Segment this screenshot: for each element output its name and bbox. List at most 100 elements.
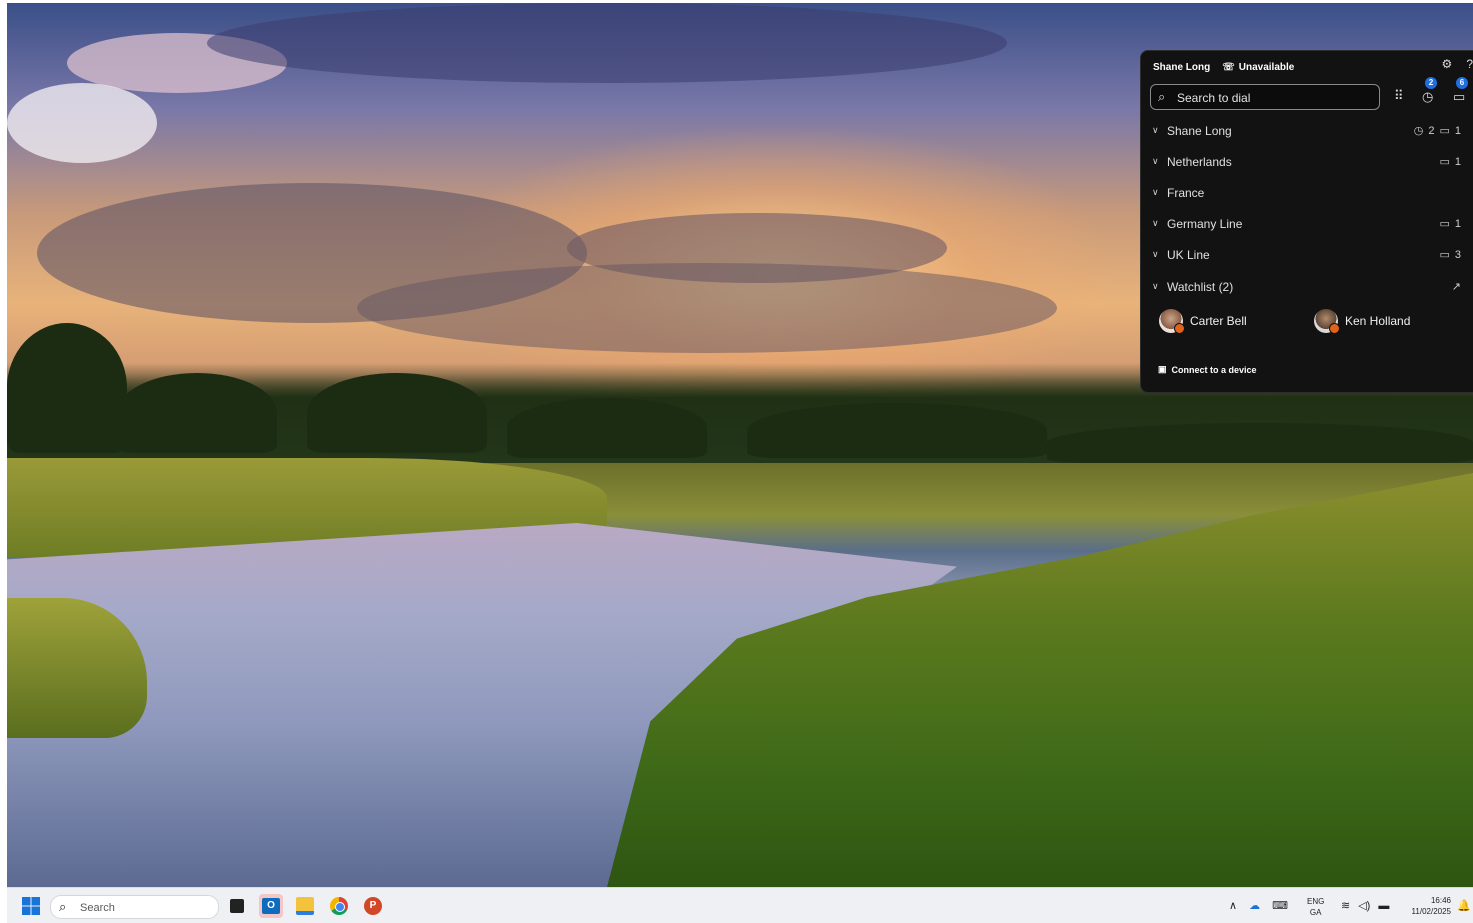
- device-icon: ▣: [1158, 364, 1167, 374]
- line-list: ∨ Shane Long ◷ 2 ▭ 1 ∨ Netherlands ▭ 1 ∨ Fr…: [1141, 115, 1473, 303]
- powerpoint-app[interactable]: P: [361, 894, 385, 918]
- chevron-down-icon: ∨: [1152, 156, 1159, 166]
- file-explorer-app[interactable]: [293, 894, 317, 918]
- chrome-app[interactable]: [327, 894, 351, 918]
- line-label: France: [1167, 185, 1205, 200]
- contact-name: Ken Holland: [1345, 314, 1411, 328]
- contact-carter-bell[interactable]: Carter Bell: [1159, 309, 1247, 334]
- system-tray: ∧ ☁ ⌨: [1229, 888, 1288, 923]
- folder-icon: [296, 897, 314, 915]
- search-input[interactable]: [1175, 88, 1377, 108]
- bell-icon: 🔔: [1457, 900, 1471, 912]
- tree: [307, 373, 487, 453]
- avatar: [1159, 309, 1185, 334]
- help-icon[interactable]: ?: [1466, 57, 1473, 71]
- panel-header: Shane Long ☏ Unavailable ⚙ ?: [1153, 57, 1473, 77]
- contact-ken-holland[interactable]: Ken Holland: [1314, 309, 1411, 334]
- watchlist-label: Watchlist (2): [1167, 279, 1234, 294]
- line-france[interactable]: ∨ France: [1141, 177, 1473, 208]
- clock-icon: ◷: [1422, 89, 1434, 104]
- search-icon: ⌕: [59, 899, 67, 914]
- chrome-icon: [330, 897, 348, 915]
- taskbar-search-input[interactable]: [78, 899, 212, 917]
- voicemail-count: 1: [1454, 124, 1461, 137]
- calling-panel: Shane Long ☏ Unavailable ⚙ ? ⌕ ⠿ 2 ◷ 6 ▭…: [1140, 50, 1473, 393]
- popout-icon[interactable]: ↗: [1452, 280, 1461, 293]
- battery-icon: ▬: [1378, 899, 1390, 912]
- taskbar-search[interactable]: ⌕: [50, 895, 219, 919]
- presence-badge: [1174, 323, 1185, 334]
- line-uk[interactable]: ∨ UK Line ▭ 3: [1141, 239, 1473, 270]
- call-history-button[interactable]: 2 ◷: [1422, 77, 1437, 105]
- date: 11/02/2025: [1411, 907, 1451, 916]
- search-icon: ⌕: [1158, 89, 1166, 104]
- chevron-down-icon: ∨: [1152, 218, 1159, 228]
- line-shane-long[interactable]: ∨ Shane Long ◷ 2 ▭ 1: [1141, 115, 1473, 146]
- missed-call-icon: ◷: [1413, 125, 1424, 137]
- volume-icon: ◁): [1358, 900, 1371, 912]
- connect-label: Connect to a device: [1171, 364, 1257, 375]
- connect-device-button[interactable]: ▣ Connect to a device: [1158, 364, 1257, 375]
- line-label: Germany Line: [1167, 216, 1243, 231]
- start-button[interactable]: [19, 894, 43, 918]
- line-counts: ◷ 2 ▭ 1: [1413, 124, 1461, 138]
- avatar: [1314, 309, 1340, 334]
- outlook-app[interactable]: O: [259, 894, 283, 918]
- voicemail-count: 3: [1454, 248, 1461, 261]
- windows-icon: [22, 897, 40, 915]
- onedrive-icon[interactable]: ☁: [1249, 899, 1260, 912]
- grass: [607, 473, 1473, 887]
- outlook-icon: O: [262, 898, 280, 914]
- tree: [747, 403, 1047, 458]
- voicemail-icon: ▭: [1453, 89, 1466, 104]
- clock[interactable]: 16:46 11/02/2025: [1401, 895, 1451, 917]
- line-counts: ▭ 1: [1439, 217, 1461, 231]
- tree: [507, 398, 707, 458]
- voicemail-icon: ▭: [1439, 156, 1450, 168]
- line-label: Netherlands: [1167, 154, 1232, 169]
- cloud: [7, 83, 157, 163]
- keyboard-layout: GA: [1309, 908, 1322, 917]
- settings-icon[interactable]: ⚙: [1442, 57, 1453, 71]
- line-counts: ▭ 3: [1439, 248, 1461, 262]
- tree: [117, 373, 277, 453]
- watchlist-header[interactable]: ∨ Watchlist (2) ↗: [1141, 270, 1473, 303]
- chevron-down-icon: ∨: [1152, 281, 1159, 291]
- powerpoint-icon: P: [364, 897, 382, 915]
- history-badge: 2: [1425, 77, 1437, 89]
- tree: [7, 323, 127, 453]
- task-view-button[interactable]: [225, 894, 249, 918]
- voicemail-button[interactable]: 6 ▭: [1453, 77, 1468, 105]
- language-indicator[interactable]: ENG GA: [1307, 896, 1324, 918]
- notification-button[interactable]: 🔔: [1457, 888, 1471, 923]
- watchlist-contacts: Carter Bell Ken Holland: [1159, 309, 1473, 339]
- line-netherlands[interactable]: ∨ Netherlands ▭ 1: [1141, 146, 1473, 177]
- line-germany[interactable]: ∨ Germany Line ▭ 1: [1141, 208, 1473, 239]
- language-code: ENG: [1307, 897, 1325, 906]
- keyboard-icon[interactable]: ⌨: [1272, 899, 1288, 912]
- voicemail-badge: 6: [1456, 77, 1468, 89]
- task-view-icon: [230, 899, 244, 913]
- line-counts: ▭ 1: [1439, 155, 1461, 169]
- cloud: [357, 263, 1057, 353]
- cloud: [207, 3, 1007, 83]
- time: 16:46: [1430, 896, 1451, 905]
- chevron-down-icon: ∨: [1152, 187, 1159, 197]
- chevron-down-icon: ∨: [1152, 125, 1159, 135]
- tree: [1047, 423, 1473, 463]
- status-label: Unavailable: [1238, 61, 1295, 73]
- dialpad-icon[interactable]: ⠿: [1394, 88, 1404, 104]
- chevron-down-icon: ∨: [1152, 249, 1159, 259]
- presence-badge: [1329, 323, 1340, 334]
- user-name[interactable]: Shane Long: [1153, 62, 1210, 73]
- voicemail-count: 1: [1454, 217, 1461, 230]
- chevron-up-icon[interactable]: ∧: [1229, 899, 1237, 912]
- contact-name: Carter Bell: [1190, 314, 1247, 328]
- quick-settings[interactable]: ≋ ◁) ▬: [1341, 888, 1389, 923]
- status-selector[interactable]: ☏ Unavailable: [1222, 62, 1294, 73]
- voicemail-icon: ▭: [1439, 125, 1450, 137]
- missed-count: 2: [1428, 124, 1435, 137]
- line-label: UK Line: [1167, 247, 1210, 262]
- presence-icon: ☏: [1222, 61, 1235, 73]
- search-field[interactable]: ⌕: [1150, 84, 1380, 110]
